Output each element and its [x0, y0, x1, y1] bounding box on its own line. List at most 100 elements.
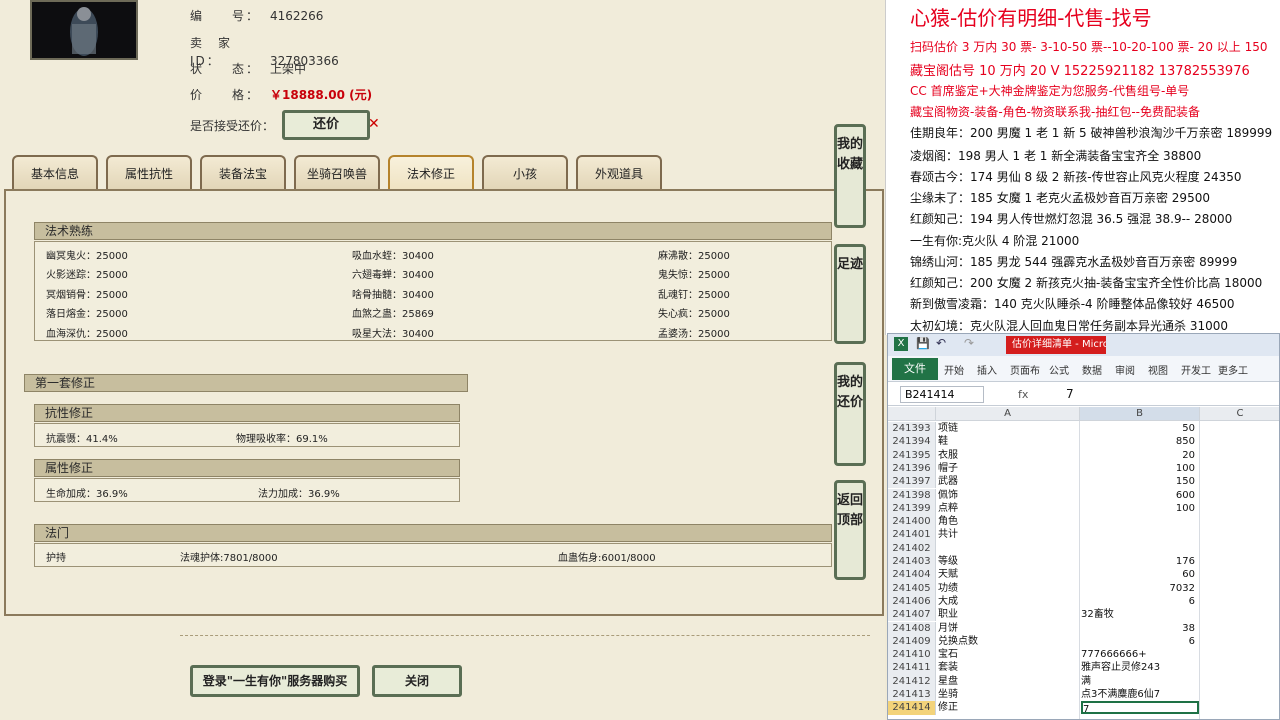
cell-b[interactable]: 20 [1081, 449, 1199, 462]
tab-mounts-pets[interactable]: 坐骑召唤兽 [294, 155, 380, 189]
row-number[interactable]: 241401 [888, 528, 936, 542]
cell-b[interactable]: 600 [1081, 489, 1199, 502]
menu-more[interactable]: 更多工 [1218, 362, 1248, 377]
row-number[interactable]: 241395 [888, 448, 936, 462]
table-row[interactable]: 241395 衣服 20 [888, 448, 1279, 462]
cell-a[interactable]: 点粹 [938, 502, 1078, 515]
cell-a[interactable]: 武器 [938, 475, 1078, 488]
my-favorites-button[interactable]: 我的收藏 [834, 124, 866, 228]
tab-appearance[interactable]: 外观道具 [576, 155, 662, 189]
row-number[interactable]: 241394 [888, 435, 936, 449]
table-row[interactable]: 241404 天赋 60 [888, 568, 1279, 582]
table-row[interactable]: 241413 坐骑 点3不满麋鹿6仙7 [888, 688, 1279, 702]
menu-formula[interactable]: 公式 [1049, 362, 1069, 377]
table-row[interactable]: 241410 宝石 777666666+ [888, 648, 1279, 662]
row-number[interactable]: 241402 [888, 541, 936, 555]
table-row[interactable]: 241405 功绩 7032 [888, 581, 1279, 595]
cell-a[interactable]: 月饼 [938, 622, 1078, 635]
name-box[interactable]: B241414 [900, 386, 984, 403]
tab-child[interactable]: 小孩 [482, 155, 568, 189]
table-row[interactable]: 241398 佩饰 600 [888, 488, 1279, 502]
row-number[interactable]: 241393 [888, 422, 936, 436]
table-row[interactable]: 241407 职业 32畜牧 [888, 608, 1279, 622]
row-number[interactable]: 241406 [888, 594, 936, 609]
cell-b[interactable]: 6 [1081, 595, 1199, 608]
table-row[interactable]: 241403 等级 176 [888, 555, 1279, 569]
cell-b[interactable]: 176 [1081, 555, 1199, 568]
row-number[interactable]: 241408 [888, 621, 936, 635]
table-row[interactable]: 241394 鞋 850 [888, 435, 1279, 449]
cell-a[interactable]: 大成 [938, 595, 1078, 608]
cell-a[interactable]: 等级 [938, 555, 1078, 568]
row-number[interactable]: 241403 [888, 555, 936, 569]
row-number[interactable]: 241409 [888, 634, 936, 649]
tab-attributes[interactable]: 属性抗性 [106, 155, 192, 189]
save-icon[interactable]: 💾 [916, 337, 930, 350]
undo-icon[interactable]: ↶ [936, 336, 946, 350]
cell-b[interactable]: 850 [1081, 435, 1199, 448]
tab-equipment[interactable]: 装备法宝 [200, 155, 286, 189]
tab-spell-correction[interactable]: 法术修正 [388, 155, 474, 189]
row-number[interactable]: 241410 [888, 648, 936, 662]
table-row[interactable]: 241400 角色 [888, 515, 1279, 529]
menu-home[interactable]: 开始 [944, 362, 964, 377]
file-tab[interactable]: 文件 [892, 358, 938, 380]
cell-b[interactable]: 150 [1081, 475, 1199, 488]
login-buy-button[interactable]: 登录"一生有你"服务器购买 [190, 665, 360, 697]
table-row[interactable]: 241397 武器 150 [888, 475, 1279, 489]
row-number[interactable]: 241397 [888, 475, 936, 489]
close-button[interactable]: 关闭 [372, 665, 462, 697]
table-row[interactable]: 241411 套装 雅声容止灵修243 [888, 661, 1279, 675]
row-number[interactable]: 241407 [888, 608, 936, 622]
menu-insert[interactable]: 插入 [977, 362, 997, 377]
cell-a[interactable]: 角色 [938, 515, 1078, 528]
cell-a[interactable]: 职业 [938, 608, 1078, 621]
tab-basic-info[interactable]: 基本信息 [12, 155, 98, 189]
corner-cell[interactable] [888, 407, 936, 421]
row-number[interactable]: 241411 [888, 661, 936, 675]
cell-b[interactable]: 点3不满麋鹿6仙7 [1081, 688, 1199, 701]
table-row[interactable]: 241399 点粹 100 [888, 501, 1279, 516]
cell-a[interactable]: 套装 [938, 661, 1078, 674]
cell-b[interactable]: 6 [1081, 635, 1199, 648]
back-to-top-button[interactable]: 返回顶部 [834, 480, 866, 580]
my-offers-button[interactable]: 我的还价 [834, 362, 866, 466]
table-row[interactable]: 241408 月饼 38 [888, 621, 1279, 635]
row-number[interactable]: 241414 [888, 701, 936, 715]
cell-a[interactable]: 衣服 [938, 449, 1078, 462]
cell-b[interactable]: 32畜牧 [1081, 608, 1199, 621]
table-row[interactable]: 241401 共计 [888, 528, 1279, 542]
cell-a[interactable]: 修正 [938, 701, 1078, 714]
cell-a[interactable]: 共计 [938, 528, 1078, 541]
cell-a[interactable]: 鞋 [938, 435, 1078, 448]
cell-b[interactable]: 777666666+ [1081, 648, 1199, 661]
menu-layout[interactable]: 页面布 [1010, 362, 1040, 377]
menu-view[interactable]: 视图 [1148, 362, 1168, 377]
cell-a[interactable]: 星盘 [938, 675, 1078, 688]
menu-data[interactable]: 数据 [1082, 362, 1102, 377]
table-row[interactable]: 241393 项链 50 [888, 422, 1279, 436]
cell-b[interactable]: 100 [1081, 462, 1199, 475]
cell-a[interactable]: 宝石 [938, 648, 1078, 661]
cell-b[interactable]: 满 [1081, 675, 1199, 688]
cell-b[interactable]: 雅声容止灵修243 [1081, 661, 1199, 674]
redo-icon[interactable]: ↷ [964, 336, 974, 350]
cell-b[interactable]: 60 [1081, 568, 1199, 581]
row-number[interactable]: 241413 [888, 688, 936, 702]
table-row[interactable]: 241396 帽子 100 [888, 461, 1279, 476]
cell-b[interactable]: 50 [1081, 422, 1199, 435]
cell-b[interactable]: 7032 [1081, 582, 1199, 595]
cell-a[interactable]: 坐骑 [938, 688, 1078, 701]
cell-a[interactable]: 功绩 [938, 582, 1078, 595]
cell-b[interactable]: 7 [1081, 701, 1199, 715]
formula-input[interactable]: 7 [1066, 387, 1074, 401]
table-row[interactable]: 241412 星盘满 [888, 674, 1279, 688]
cell-a[interactable]: 项链 [938, 422, 1078, 435]
counter-offer-button[interactable]: 还价 [282, 110, 370, 140]
footprint-button[interactable]: 足迹 [834, 244, 866, 344]
cell-b[interactable]: 100 [1081, 502, 1199, 515]
table-row[interactable]: 241406 大成 6 [888, 594, 1279, 609]
cell-a[interactable]: 帽子 [938, 462, 1078, 475]
column-header-a[interactable]: A [936, 407, 1080, 421]
fx-icon[interactable]: fx [1018, 388, 1028, 401]
